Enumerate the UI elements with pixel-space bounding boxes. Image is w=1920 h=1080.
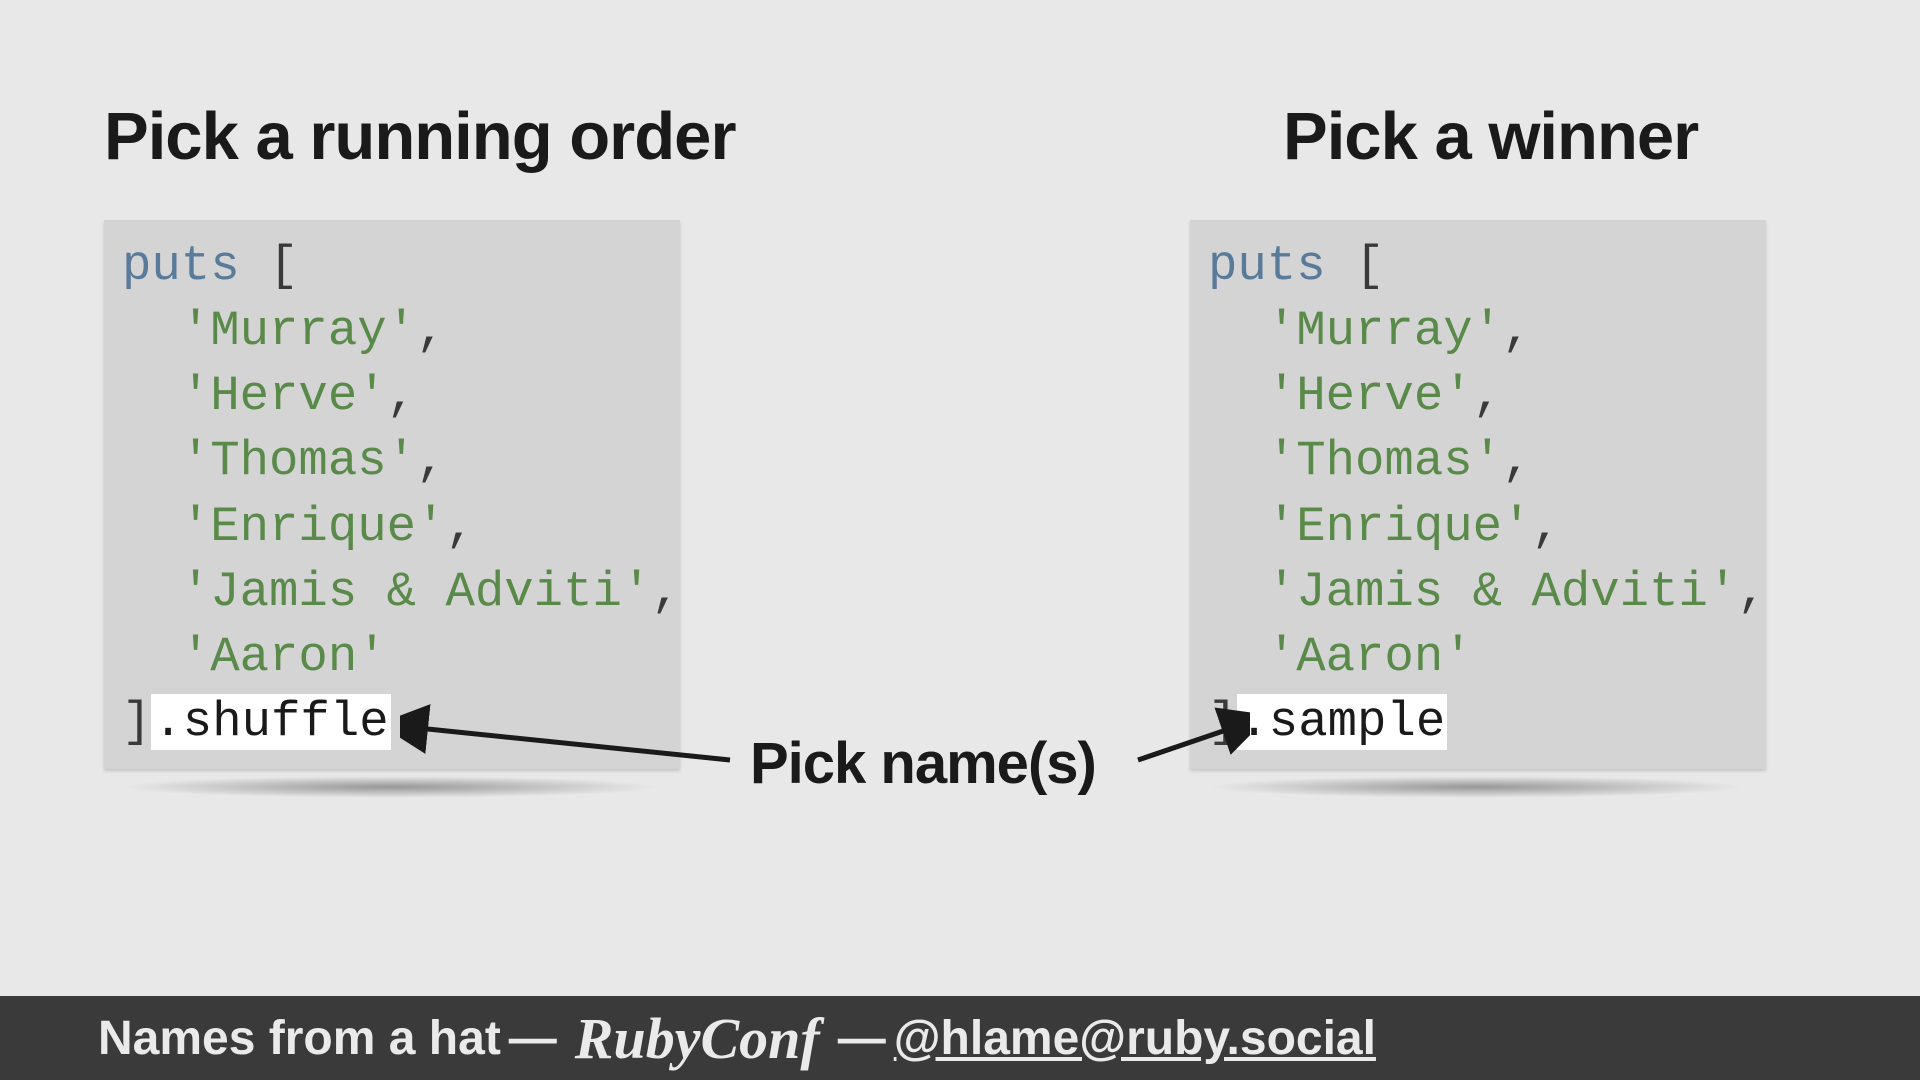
code-card-right: puts [ 'Murray', 'Herve', 'Thomas', 'Enr… — [1190, 220, 1766, 769]
code-item: 'Murray' — [181, 303, 416, 359]
heading-right: Pick a winner — [1283, 98, 1698, 175]
card-shadow — [120, 776, 660, 798]
center-label: Pick name(s) — [750, 730, 1096, 797]
slide: Pick a running order Pick a winner puts … — [0, 0, 1920, 1080]
code-item: 'Enrique' — [181, 499, 446, 555]
code-close: ] — [122, 694, 151, 750]
code-card-left: puts [ 'Murray', 'Herve', 'Thomas', 'Enr… — [104, 220, 680, 769]
code-open: [ — [240, 238, 299, 294]
footer: Names from a hat — RubyConf — @hlame@rub… — [0, 996, 1920, 1080]
heading-left: Pick a running order — [104, 98, 736, 175]
code-open: [ — [1326, 238, 1385, 294]
code-item: 'Jamis & Adviti' — [181, 564, 651, 620]
code-item: 'Jamis & Adviti' — [1267, 564, 1737, 620]
code-keyword: puts — [1208, 238, 1326, 294]
footer-event: RubyConf — [565, 1005, 830, 1072]
footer-sep: — — [830, 1011, 894, 1066]
code-method-shuffle: .shuffle — [151, 694, 390, 750]
code-item: 'Aaron' — [181, 629, 387, 685]
code-item: 'Enrique' — [1267, 499, 1532, 555]
code-item: 'Thomas' — [181, 433, 416, 489]
code-item: 'Aaron' — [1267, 629, 1473, 685]
card-shadow — [1206, 776, 1746, 798]
code-method-sample: .sample — [1237, 694, 1447, 750]
code-item: 'Murray' — [1267, 303, 1502, 359]
footer-handle: @hlame@ruby.social — [894, 1011, 1376, 1066]
footer-title: Names from a hat — [98, 1011, 501, 1066]
code-keyword: puts — [122, 238, 240, 294]
code-item: 'Thomas' — [1267, 433, 1502, 489]
footer-sep: — — [501, 1011, 565, 1066]
code-close: ] — [1208, 694, 1237, 750]
code-item: 'Herve' — [181, 368, 387, 424]
code-item: 'Herve' — [1267, 368, 1473, 424]
